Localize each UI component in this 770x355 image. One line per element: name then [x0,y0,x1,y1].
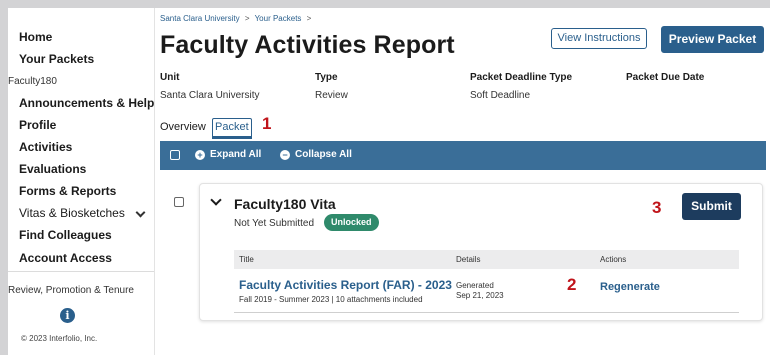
page-title: Faculty Activities Report [160,31,455,59]
report-generated-date: Sep 21, 2023 [456,291,504,300]
sidebar-item-announcements[interactable]: Announcements & Help [19,96,154,110]
deadline-type-value: Soft Deadline [470,90,531,101]
sidebar-item-forms-reports[interactable]: Forms & Reports [19,184,116,198]
column-header-details: Details [456,255,481,264]
packet-item-title: Faculty180 Vita [234,196,336,212]
sidebar-section-faculty180: Faculty180 [8,76,57,87]
deadline-type-label: Packet Deadline Type [470,72,573,83]
row-divider [234,312,739,313]
regenerate-link[interactable]: Regenerate [600,281,660,293]
unit-value: Santa Clara University [160,90,260,101]
info-icon[interactable]: i [60,308,75,323]
expand-all-button[interactable]: + Expand All [195,149,261,160]
sidebar-item-evaluations[interactable]: Evaluations [19,162,86,176]
main-content: Santa Clara University > Your Packets > … [155,8,770,355]
packet-item-card: Faculty180 Vita Not Yet Submitted Unlock… [199,183,763,321]
select-all-checkbox[interactable] [170,150,180,160]
unit-label: Unit [160,72,180,83]
collapse-all-button[interactable]: − Collapse All [280,149,352,160]
annotation-3: 3 [652,198,662,217]
breadcrumb-separator: > [244,14,250,23]
packet-item-checkbox[interactable] [174,197,184,207]
report-subtitle: Fall 2019 - Summer 2023 | 10 attachments… [239,295,423,304]
sidebar-item-account-access[interactable]: Account Access [19,251,112,265]
packet-item-status: Not Yet Submitted [234,218,315,229]
submit-button[interactable]: Submit [682,193,741,220]
due-date-label: Packet Due Date [626,72,705,83]
chevron-down-icon [135,207,146,218]
column-header-actions: Actions [600,255,627,264]
collapse-all-label: Collapse All [295,149,352,160]
sidebar-item-find-colleagues[interactable]: Find Colleagues [19,228,112,242]
status-badge: Unlocked [324,214,379,231]
sidebar-item-vitas-label: Vitas & Biosketches [19,206,125,220]
sidebar-item-home[interactable]: Home [19,30,52,44]
chevron-down-icon[interactable] [210,194,222,206]
breadcrumb-item-your-packets[interactable]: Your Packets [255,14,302,23]
sidebar-item-activities[interactable]: Activities [19,140,72,154]
breadcrumb-separator: > [306,14,312,23]
sidebar-item-profile[interactable]: Profile [19,118,56,132]
minus-circle-icon: − [280,150,290,160]
sidebar: Home Your Packets Faculty180 Announcemen… [8,8,155,355]
annotation-1: 1 [262,114,272,133]
type-label: Type [315,72,338,83]
sidebar-item-your-packets[interactable]: Your Packets [19,52,94,66]
copyright: © 2023 Interfolio, Inc. [21,334,98,343]
view-instructions-button[interactable]: View Instructions [551,28,647,49]
column-header-title: Title [239,255,254,264]
plus-circle-icon: + [195,150,205,160]
annotation-2: 2 [567,275,577,294]
sidebar-divider [8,271,154,272]
report-generated-label: Generated [456,281,494,290]
breadcrumb: Santa Clara University > Your Packets > [160,14,314,23]
expand-all-label: Expand All [210,149,262,160]
report-title-link[interactable]: Faculty Activities Report (FAR) - 2023 [239,278,452,292]
breadcrumb-item-university[interactable]: Santa Clara University [160,14,240,23]
table-header: Title Details Actions [234,250,739,269]
preview-packet-button[interactable]: Preview Packet [661,26,764,53]
tab-packet[interactable]: Packet [212,118,252,139]
sidebar-item-vitas[interactable]: Vitas & Biosketches [19,206,146,220]
left-strip [0,8,8,355]
packet-toolbar: + Expand All − Collapse All [160,141,766,170]
sidebar-item-review-promotion-tenure[interactable]: Review, Promotion & Tenure [8,285,134,296]
top-band [0,0,770,8]
tab-overview[interactable]: Overview [160,121,206,133]
type-value: Review [315,90,348,101]
